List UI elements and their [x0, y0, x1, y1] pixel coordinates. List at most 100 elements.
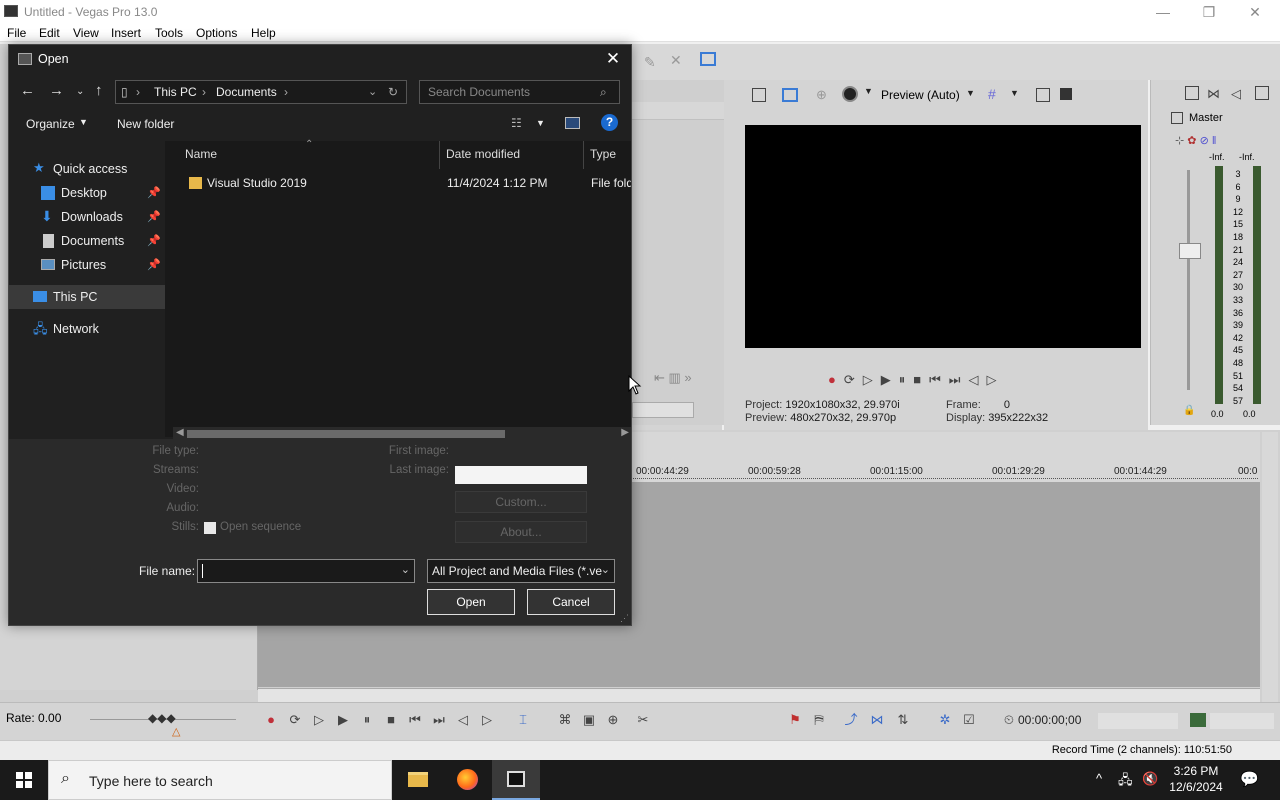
snapping-icon[interactable]: ⋈: [870, 713, 884, 727]
organize-button[interactable]: Organize: [26, 117, 75, 131]
menu-file[interactable]: File: [7, 26, 26, 40]
network-status-icon[interactable]: 🖧: [1118, 771, 1133, 793]
column-header-name[interactable]: Name: [185, 147, 217, 161]
go-to-end-icon[interactable]: ⏭: [432, 713, 446, 727]
volume-muted-icon[interactable]: 🔇: [1142, 771, 1158, 787]
mute-icon[interactable]: ◁: [1231, 86, 1241, 102]
column-separator[interactable]: [439, 141, 440, 169]
selection-length-field[interactable]: [1098, 713, 1178, 729]
lock-icon[interactable]: 🔒: [1183, 405, 1195, 416]
downmix-icon[interactable]: ⋈: [1207, 86, 1220, 102]
menu-insert[interactable]: Insert: [111, 26, 141, 40]
file-type-select[interactable]: All Project and Media Files (*.ve ⌄: [427, 559, 615, 583]
delete-icon[interactable]: ✕: [670, 52, 682, 69]
column-header-date[interactable]: Date modified: [446, 147, 520, 161]
custom-button[interactable]: Custom...: [455, 491, 587, 513]
restore-icon[interactable]: ❐: [1194, 2, 1224, 22]
marker-icon[interactable]: ⚑: [788, 713, 802, 727]
file-row[interactable]: Visual Studio 2019 11/4/2024 1:12 PM Fil…: [183, 173, 631, 195]
menu-tools[interactable]: Tools: [155, 26, 183, 40]
address-dropdown-icon[interactable]: ⌄: [368, 85, 377, 98]
preview-mode-dropdown[interactable]: Preview (Auto): [881, 88, 960, 102]
nav-this-pc[interactable]: This PC: [9, 285, 165, 309]
organize-chevron-icon[interactable]: ▼: [79, 117, 88, 127]
menu-edit[interactable]: Edit: [39, 26, 60, 40]
preview-mode-chevron-icon[interactable]: ▼: [966, 88, 975, 98]
record-icon[interactable]: ●: [264, 713, 278, 727]
normal-edit-tool-icon[interactable]: ⌶: [516, 713, 530, 727]
up-icon[interactable]: ↑: [95, 82, 103, 99]
media-scroll-field[interactable]: [632, 402, 694, 418]
save-snapshot-icon[interactable]: [1060, 88, 1072, 100]
auto-ripple-icon[interactable]: ⤴: [844, 713, 858, 727]
column-separator[interactable]: [583, 141, 584, 169]
edit-icon[interactable]: ✎: [644, 54, 656, 71]
new-folder-button[interactable]: New folder: [117, 117, 174, 131]
taskbar-clock[interactable]: 3:26 PM 12/6/2024: [1168, 763, 1224, 795]
nav-desktop[interactable]: Desktop 📌: [9, 181, 165, 205]
timeline-horizontal-scrollbar[interactable]: [258, 688, 1260, 702]
dialog-close-icon[interactable]: ✕: [603, 49, 623, 69]
lock-envelopes-icon[interactable]: ⇅: [896, 713, 910, 727]
media-nav-icons[interactable]: ⇤ ▥ »: [654, 370, 692, 386]
start-button[interactable]: [0, 760, 48, 800]
ignore-grouping-icon[interactable]: ☑: [962, 713, 976, 727]
timecode-display[interactable]: 00:00:00;00: [1018, 713, 1081, 727]
back-icon[interactable]: ←: [20, 82, 35, 99]
scrollbar-thumb[interactable]: [187, 430, 505, 438]
help-icon[interactable]: ?: [601, 114, 618, 131]
taskbar-search-input[interactable]: Type here to search: [89, 773, 213, 789]
overlays-chevron-icon[interactable]: ▼: [1010, 88, 1019, 98]
nav-quick-access[interactable]: ★ Quick access: [9, 157, 165, 181]
firefox-taskbar-icon[interactable]: [443, 760, 491, 800]
post-edit-ripple-icon[interactable]: ✲: [938, 713, 952, 727]
recent-locations-icon[interactable]: ⌄: [76, 86, 84, 97]
zoom-tool-icon[interactable]: ⊕: [606, 713, 620, 727]
change-view-icon[interactable]: ☷: [511, 116, 522, 130]
notifications-icon[interactable]: 💬: [1240, 770, 1259, 788]
view-chevron-icon[interactable]: ▼: [536, 118, 545, 128]
master-fader[interactable]: [1179, 243, 1201, 259]
region-icon[interactable]: ⛿: [812, 713, 826, 727]
address-bar[interactable]: ▯ › This PC › Documents › ⌄ ↻: [115, 80, 407, 104]
open-sequence-checkbox[interactable]: [204, 522, 216, 534]
external-monitor-icon[interactable]: [782, 88, 798, 102]
preview-transport-controls[interactable]: ●⟳▷▶⏸■⏮⏭◁▷: [828, 372, 1005, 388]
preview-properties-icon[interactable]: [752, 88, 766, 102]
close-icon[interactable]: ✕: [1240, 2, 1270, 22]
play-icon[interactable]: ▶: [336, 713, 350, 727]
vegas-taskbar-icon[interactable]: [492, 760, 540, 800]
video-output-icon[interactable]: [1190, 713, 1206, 727]
column-header-type[interactable]: Type: [590, 147, 616, 161]
menu-help[interactable]: Help: [251, 26, 276, 40]
open-button[interactable]: Open: [427, 589, 515, 615]
file-name-dropdown-icon[interactable]: ⌄: [401, 563, 410, 576]
scroll-right-icon[interactable]: ▶: [621, 427, 629, 438]
pause-icon[interactable]: ⏸: [360, 713, 374, 727]
copy-snapshot-icon[interactable]: [1036, 88, 1050, 102]
preview-pane-icon[interactable]: [565, 117, 580, 129]
overlays-icon[interactable]: #: [988, 86, 996, 102]
loop-icon[interactable]: ⟳: [288, 713, 302, 727]
monitor-icon[interactable]: [700, 52, 716, 66]
file-explorer-taskbar-icon[interactable]: [394, 760, 442, 800]
nav-documents[interactable]: Documents 📌: [9, 229, 165, 253]
timeline-vertical-scrollbar[interactable]: [1262, 432, 1278, 702]
chevron-down-icon[interactable]: ▼: [864, 86, 873, 96]
menu-view[interactable]: View: [73, 26, 99, 40]
forward-icon[interactable]: →: [49, 82, 64, 99]
show-hidden-icons-icon[interactable]: ^: [1096, 771, 1102, 786]
scroll-left-icon[interactable]: ◀: [176, 427, 184, 438]
menu-options[interactable]: Options: [196, 26, 237, 40]
split-screen-icon[interactable]: ⊕: [816, 87, 827, 103]
next-frame-icon[interactable]: ▷: [480, 713, 494, 727]
nav-pictures[interactable]: Pictures 📌: [9, 253, 165, 277]
cut-icon[interactable]: ✂: [636, 713, 650, 727]
mixer-settings-icon[interactable]: [1255, 86, 1269, 100]
search-icon[interactable]: ⌕: [600, 85, 607, 100]
last-image-field[interactable]: [455, 466, 587, 484]
taskbar-search-box[interactable]: ⌕ Type here to search: [48, 760, 392, 800]
nav-downloads[interactable]: ⬇ Downloads 📌: [9, 205, 165, 229]
output-field[interactable]: [1210, 713, 1274, 729]
envelope-tool-icon[interactable]: ⌘: [558, 713, 572, 727]
